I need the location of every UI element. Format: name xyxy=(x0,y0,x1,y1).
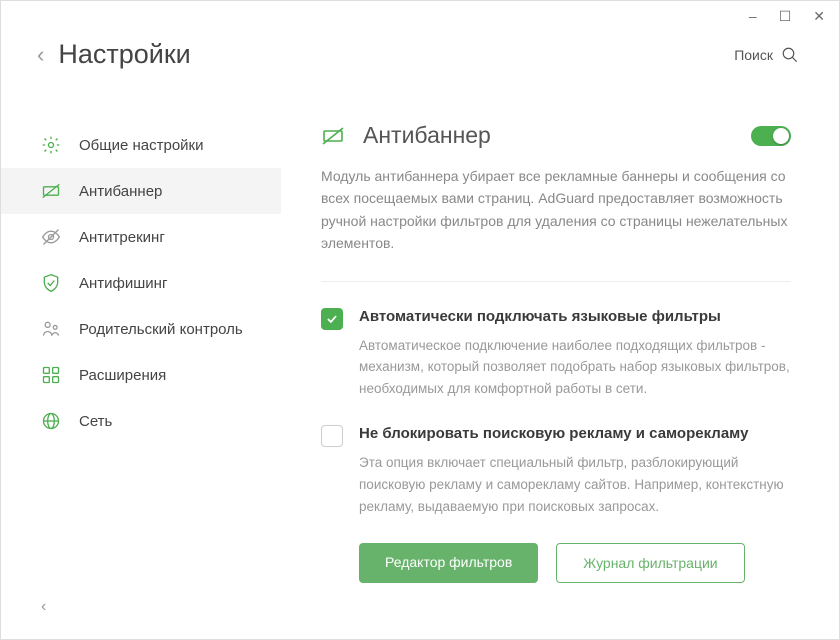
antibanner-icon xyxy=(321,124,345,148)
search-button[interactable]: Поиск xyxy=(734,46,799,64)
parental-icon xyxy=(41,319,61,339)
sidebar-item-parental[interactable]: Родительский контроль xyxy=(1,306,281,352)
content-title: Антибаннер xyxy=(363,122,491,149)
option-body: Автоматически подключать языковые фильтр… xyxy=(359,308,791,400)
page-title: Настройки xyxy=(58,39,190,70)
sidebar-item-label: Родительский контроль xyxy=(79,321,243,338)
close-icon[interactable]: ✕ xyxy=(813,8,825,25)
network-icon xyxy=(41,411,61,431)
divider xyxy=(321,281,791,282)
sidebar-item-network[interactable]: Сеть xyxy=(1,398,281,444)
body: Общие настройки Антибаннер Антитрекинг А… xyxy=(1,92,839,630)
option-desc: Эта опция включает специальный фильтр, р… xyxy=(359,452,791,517)
module-description: Модуль антибаннера убирает все рекламные… xyxy=(321,165,791,255)
sidebar-item-label: Антифишинг xyxy=(79,275,167,292)
option-allow-search-ads: Не блокировать поисковую рекламу и самор… xyxy=(321,425,791,517)
option-body: Не блокировать поисковую рекламу и самор… xyxy=(359,425,791,517)
filter-log-button[interactable]: Журнал фильтрации xyxy=(556,543,744,583)
header-left: ‹ Настройки xyxy=(37,39,191,70)
app-window: – ☐ ✕ ‹ Настройки Поиск Общие настройки xyxy=(0,0,840,640)
antitracking-icon xyxy=(41,227,61,247)
option-auto-lang-filters: Автоматически подключать языковые фильтр… xyxy=(321,308,791,400)
sidebar-item-label: Антибаннер xyxy=(79,183,162,200)
gear-icon xyxy=(41,135,61,155)
sidebar: Общие настройки Антибаннер Антитрекинг А… xyxy=(1,92,281,630)
search-icon xyxy=(781,46,799,64)
titlebar: – ☐ ✕ xyxy=(1,1,839,31)
sidebar-item-label: Антитрекинг xyxy=(79,229,165,246)
search-label: Поиск xyxy=(734,47,773,63)
antibanner-icon xyxy=(41,181,61,201)
maximize-icon[interactable]: ☐ xyxy=(779,8,792,25)
option-desc: Автоматическое подключение наиболее подх… xyxy=(359,335,791,400)
sidebar-item-label: Общие настройки xyxy=(79,137,204,154)
header: ‹ Настройки Поиск xyxy=(1,31,839,92)
content-head-left: Антибаннер xyxy=(321,122,491,149)
back-icon[interactable]: ‹ xyxy=(37,42,44,68)
sidebar-item-extensions[interactable]: Расширения xyxy=(1,352,281,398)
extensions-icon xyxy=(41,365,61,385)
button-row: Редактор фильтров Журнал фильтрации xyxy=(321,543,791,583)
sidebar-item-antiphishing[interactable]: Антифишинг xyxy=(1,260,281,306)
option-title: Автоматически подключать языковые фильтр… xyxy=(359,308,791,325)
sidebar-item-antitracking[interactable]: Антитрекинг xyxy=(1,214,281,260)
module-toggle[interactable] xyxy=(751,126,791,146)
option-title: Не блокировать поисковую рекламу и самор… xyxy=(359,425,791,442)
sidebar-item-general[interactable]: Общие настройки xyxy=(1,122,281,168)
content-head: Антибаннер xyxy=(321,122,791,149)
checkbox-allow-search-ads[interactable] xyxy=(321,425,343,447)
collapse-icon[interactable]: ‹ xyxy=(41,598,46,616)
minimize-icon[interactable]: – xyxy=(749,8,757,24)
sidebar-item-label: Сеть xyxy=(79,413,112,430)
filter-editor-button[interactable]: Редактор фильтров xyxy=(359,543,538,583)
antiphishing-icon xyxy=(41,273,61,293)
sidebar-item-label: Расширения xyxy=(79,367,166,384)
checkbox-auto-lang[interactable] xyxy=(321,308,343,330)
content: Антибаннер Модуль антибаннера убирает вс… xyxy=(281,92,839,630)
sidebar-item-antibanner[interactable]: Антибаннер xyxy=(1,168,281,214)
